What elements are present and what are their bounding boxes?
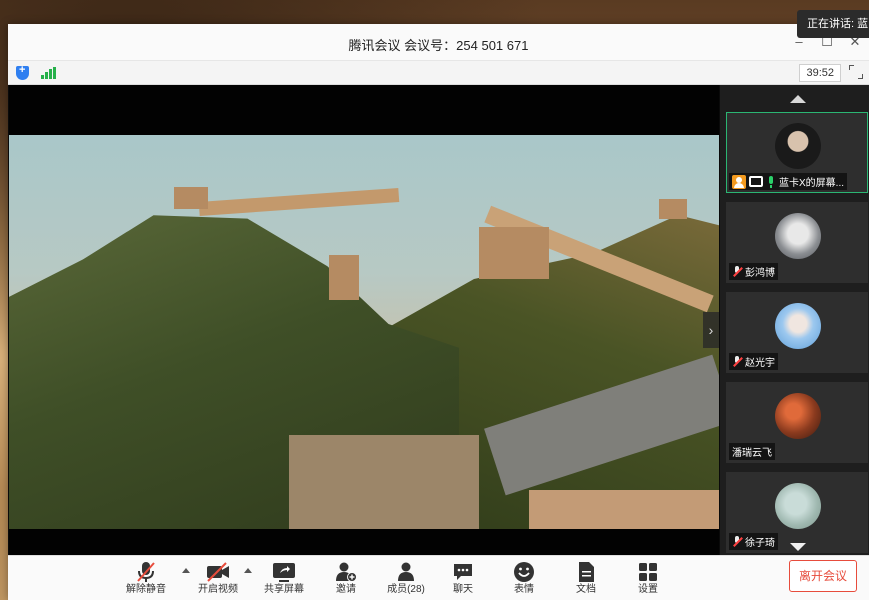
security-shield-icon[interactable] — [16, 64, 29, 80]
mic-muted-icon — [118, 561, 174, 583]
meeting-window: 腾讯会议 会议号：254 501 671 – ☐ ✕ 39:52 — [8, 24, 869, 600]
participant-status-bar: 徐子琦 — [729, 533, 778, 550]
avatar — [775, 213, 821, 259]
chat-icon — [435, 561, 491, 583]
shared-video-frame — [9, 135, 719, 529]
video-off-icon — [190, 561, 246, 583]
expand-chevron-right-icon[interactable]: › — [703, 312, 719, 348]
leave-meeting-button[interactable]: 离开会议 — [789, 560, 857, 592]
settings-label: 设置 — [638, 584, 658, 595]
shared-screen-view[interactable]: › — [9, 85, 719, 555]
invite-label: 邀请 — [336, 584, 356, 595]
chat-label: 聊天 — [453, 584, 473, 595]
participant-sidebar: 蓝卡X的屏幕... 彭鸿博 赵光宇 潘瑞云飞 徐子琦 — [720, 85, 869, 555]
avatar — [775, 483, 821, 529]
grid-settings-icon — [620, 561, 676, 583]
host-icon — [732, 174, 746, 189]
participant-tile[interactable]: 彭鸿博 — [726, 202, 868, 283]
participant-name: 蓝卡X的屏幕... — [779, 178, 845, 189]
mic-muted-icon — [732, 535, 742, 548]
members-icon — [378, 561, 434, 583]
video-watchtower — [289, 435, 479, 529]
window-title: 腾讯会议 会议号：254 501 671 — [348, 38, 529, 53]
speaking-indicator: 正在讲话: 蓝 — [797, 10, 869, 38]
screen-share-icon — [749, 176, 763, 187]
video-watchtower — [329, 255, 359, 300]
reactions-button[interactable]: 表情 — [496, 561, 552, 597]
settings-button[interactable]: 设置 — [620, 561, 676, 597]
meeting-timer: 39:52 — [799, 64, 841, 82]
participant-tile[interactable]: 赵光宇 — [726, 292, 868, 373]
document-icon — [558, 561, 614, 583]
video-watchtower — [174, 187, 208, 209]
unmute-label: 解除静音 — [126, 584, 166, 595]
reactions-label: 表情 — [514, 584, 534, 595]
mic-muted-icon — [732, 355, 742, 368]
participant-name: 彭鸿博 — [745, 268, 775, 279]
video-watchtower — [659, 199, 687, 219]
mic-on-icon — [766, 175, 776, 188]
video-options-caret-icon[interactable] — [244, 568, 252, 573]
participant-tile[interactable]: 潘瑞云飞 — [726, 382, 868, 463]
participant-status-bar: 彭鸿博 — [729, 263, 778, 280]
meeting-toolbar: 解除静音 开启视频 共享屏幕 邀请 成员(28) 聊天 表情 文档 设置 离开会… — [8, 555, 869, 600]
participant-status-bar: 潘瑞云飞 — [729, 443, 775, 460]
participant-name: 赵光宇 — [745, 358, 775, 369]
participant-tile[interactable]: 徐子琦 — [726, 472, 868, 553]
fullscreen-icon[interactable] — [849, 65, 863, 79]
mic-muted-icon — [732, 265, 742, 278]
avatar — [775, 393, 821, 439]
meeting-main-area: › 蓝卡X的屏幕... 彭鸿博 赵光宇 潘瑞云飞 徐子琦 — [8, 85, 869, 555]
members-button[interactable]: 成员(28) — [378, 561, 434, 597]
video-wall-segment — [529, 490, 719, 529]
avatar — [775, 303, 821, 349]
title-bar: 腾讯会议 会议号：254 501 671 – ☐ ✕ — [8, 24, 869, 61]
video-watchtower — [479, 227, 549, 279]
scroll-down-icon[interactable] — [790, 543, 806, 551]
start-video-button[interactable]: 开启视频 — [190, 561, 246, 597]
share-screen-label: 共享屏幕 — [264, 584, 304, 595]
participant-name: 潘瑞云飞 — [732, 448, 772, 459]
scroll-up-icon[interactable] — [790, 95, 806, 103]
participant-tile[interactable]: 蓝卡X的屏幕... — [726, 112, 868, 193]
add-user-icon — [318, 561, 374, 583]
chat-button[interactable]: 聊天 — [435, 561, 491, 597]
share-screen-button[interactable]: 共享屏幕 — [256, 561, 312, 597]
participant-name: 徐子琦 — [745, 538, 775, 549]
docs-label: 文档 — [576, 584, 596, 595]
members-label: 成员(28) — [387, 584, 425, 595]
smiley-icon — [496, 561, 552, 583]
network-signal-icon[interactable] — [41, 67, 56, 79]
invite-button[interactable]: 邀请 — [318, 561, 374, 597]
avatar — [775, 123, 821, 169]
start-video-label: 开启视频 — [198, 584, 238, 595]
docs-button[interactable]: 文档 — [558, 561, 614, 597]
audio-options-caret-icon[interactable] — [182, 568, 190, 573]
meeting-info-bar: 39:52 — [8, 61, 869, 85]
participant-status-bar: 蓝卡X的屏幕... — [729, 173, 848, 190]
share-screen-icon — [256, 561, 312, 583]
participant-status-bar: 赵光宇 — [729, 353, 778, 370]
unmute-button[interactable]: 解除静音 — [118, 561, 174, 597]
